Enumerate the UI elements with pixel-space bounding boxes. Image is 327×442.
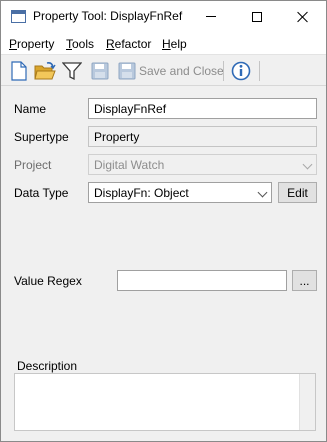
- close-icon: [297, 11, 309, 23]
- datatype-label: Data Type: [14, 186, 69, 200]
- info-icon: [231, 61, 251, 81]
- title-bar: Property Tool: DisplayFnRef: [1, 1, 326, 32]
- edit-button[interactable]: Edit: [278, 182, 317, 203]
- name-label: Name: [14, 102, 47, 116]
- save-icon: [91, 62, 109, 80]
- description-scrollbar[interactable]: [299, 374, 315, 430]
- minimize-button[interactable]: [188, 1, 234, 32]
- new-button[interactable]: [8, 60, 30, 82]
- description-label: Description: [17, 359, 78, 373]
- maximize-button[interactable]: [234, 1, 280, 32]
- value-regex-field[interactable]: [117, 270, 287, 291]
- menu-bar: Property Tools Refactor Help: [1, 32, 326, 55]
- save-and-close-label[interactable]: Save and Close: [139, 64, 224, 78]
- chevron-down-icon: [302, 159, 313, 170]
- regex-browse-button[interactable]: ...: [292, 270, 317, 291]
- new-document-icon: [11, 61, 27, 81]
- supertype-field: Property: [88, 126, 317, 147]
- minimize-icon: [206, 16, 216, 17]
- menu-tools[interactable]: Tools: [66, 37, 94, 51]
- name-field[interactable]: DisplayFnRef: [88, 98, 317, 119]
- property-tool-window: Property Tool: DisplayFnRef Property Too…: [0, 0, 327, 442]
- open-folder-icon: [34, 62, 56, 80]
- menu-refactor[interactable]: Refactor: [106, 37, 151, 51]
- window-title: Property Tool: DisplayFnRef: [33, 9, 183, 23]
- project-select-value: Digital Watch: [94, 158, 165, 172]
- menu-help[interactable]: Help: [162, 37, 187, 51]
- description-textarea[interactable]: [14, 373, 316, 431]
- value-regex-label: Value Regex: [14, 274, 82, 288]
- save-and-close-button[interactable]: [116, 60, 138, 82]
- toolbar-separator: [223, 61, 224, 81]
- menu-property[interactable]: Property: [9, 37, 54, 51]
- project-label: Project: [14, 158, 52, 172]
- datatype-select[interactable]: DisplayFn: Object: [88, 182, 272, 203]
- maximize-icon: [252, 11, 262, 22]
- filter-icon: [62, 62, 82, 81]
- close-button[interactable]: [280, 1, 326, 32]
- open-button[interactable]: [34, 60, 56, 82]
- save-and-close-icon: [118, 62, 136, 80]
- datatype-select-value: DisplayFn: Object: [94, 186, 189, 200]
- filter-button[interactable]: [61, 60, 83, 82]
- chevron-down-icon: [257, 187, 268, 198]
- toolbar: Save and Close: [1, 56, 326, 86]
- project-select: Digital Watch: [88, 154, 317, 175]
- save-button[interactable]: [89, 60, 111, 82]
- info-button[interactable]: [230, 60, 252, 82]
- supertype-label: Supertype: [14, 130, 69, 144]
- window-app-icon: [11, 10, 26, 23]
- toolbar-separator-end: [259, 61, 260, 81]
